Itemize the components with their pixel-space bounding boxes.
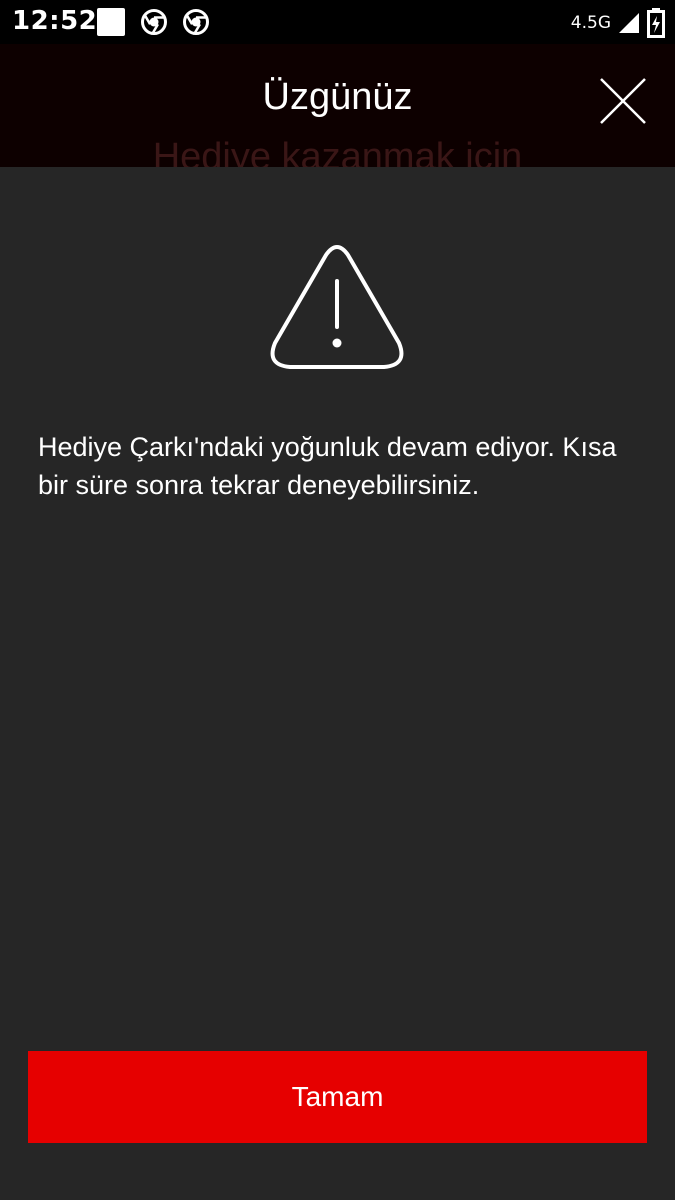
signal-icon — [619, 13, 639, 33]
battery-charging-icon — [647, 8, 665, 38]
chrome-icon — [141, 9, 167, 35]
dialog-header: Hediye kazanmak için Üzgünüz — [0, 44, 675, 167]
warning-icon — [270, 245, 404, 369]
error-message: Hediye Çarkı'ndaki yoğunluk devam ediyor… — [38, 432, 617, 500]
system-icons: 4.5G — [571, 8, 665, 38]
network-type: 4.5G — [570, 13, 611, 33]
status-bar: 12:52 4.5G — [0, 0, 675, 44]
status-time: 12:52 — [12, 6, 98, 36]
background-page-text: Hediye kazanmak için — [152, 136, 523, 167]
close-icon[interactable] — [596, 74, 650, 128]
ok-button[interactable]: Tamam — [28, 1051, 647, 1143]
notification-icons — [97, 8, 209, 36]
notification-square-icon — [97, 8, 125, 36]
chrome-icon — [183, 9, 209, 35]
dialog-title: Üzgünüz — [262, 76, 413, 118]
